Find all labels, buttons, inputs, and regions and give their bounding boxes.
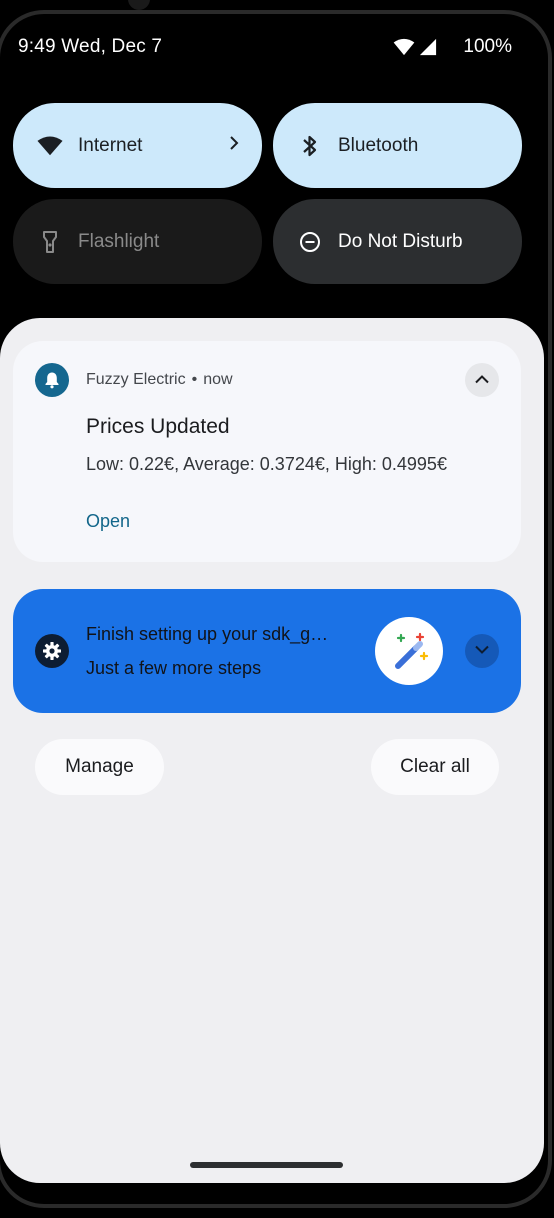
- home-indicator[interactable]: [190, 1162, 343, 1168]
- chevron-up-icon: [474, 371, 490, 389]
- wifi-signal-icon: [393, 38, 415, 56]
- wifi-icon: [37, 133, 63, 159]
- tile-internet[interactable]: Internet: [13, 103, 262, 188]
- chevron-down-icon: [474, 642, 490, 660]
- header-separator: •: [191, 371, 198, 388]
- flashlight-icon: [37, 229, 63, 255]
- tile-bluetooth[interactable]: Bluetooth: [273, 103, 522, 188]
- setup-body: Just a few more steps: [86, 658, 262, 678]
- status-time: 9:49 Wed, Dec 7: [18, 36, 163, 57]
- battery-percent: 100%: [463, 36, 512, 57]
- setup-notification-card[interactable]: Finish setting up your sdk_g… Just a few…: [13, 589, 521, 713]
- collapse-button[interactable]: [465, 363, 499, 397]
- setup-title: Finish setting up your sdk_g…: [86, 624, 329, 644]
- notification-time: now: [203, 371, 233, 388]
- do-not-disturb-icon: [297, 229, 323, 255]
- tile-flashlight[interactable]: Flashlight: [13, 199, 262, 284]
- notification-card[interactable]: Fuzzy Electric • now Prices Updated Low: 0…: [13, 341, 521, 562]
- expand-button[interactable]: [465, 634, 499, 668]
- tile-internet-label: Internet: [78, 134, 143, 156]
- gear-icon: [35, 634, 69, 668]
- app-name: Fuzzy Electric: [86, 371, 186, 388]
- notification-title: Prices Updated: [86, 415, 230, 438]
- front-camera: [128, 0, 150, 10]
- device-screen: 9:49 Wed, Dec 7 100% Internet Bluetooth …: [0, 0, 554, 1218]
- tile-flashlight-label: Flashlight: [78, 230, 160, 252]
- bell-icon: [35, 363, 69, 397]
- status-icons: 100%: [393, 36, 512, 58]
- magic-wand-icon: [375, 617, 443, 685]
- clear-all-button[interactable]: Clear all: [371, 739, 499, 795]
- tile-do-not-disturb-label: Do Not Disturb: [338, 230, 463, 252]
- manage-button[interactable]: Manage: [35, 739, 164, 795]
- notification-body: Low: 0.22€, Average: 0.3724€, High: 0.49…: [86, 454, 447, 474]
- bluetooth-icon: [297, 133, 323, 159]
- notification-header: Fuzzy Electric • now: [86, 371, 233, 389]
- chevron-right-icon: [228, 135, 240, 157]
- tile-do-not-disturb[interactable]: Do Not Disturb: [273, 199, 522, 284]
- cell-signal-icon: [419, 38, 437, 56]
- tile-bluetooth-label: Bluetooth: [338, 134, 419, 156]
- open-action-button[interactable]: Open: [86, 511, 130, 532]
